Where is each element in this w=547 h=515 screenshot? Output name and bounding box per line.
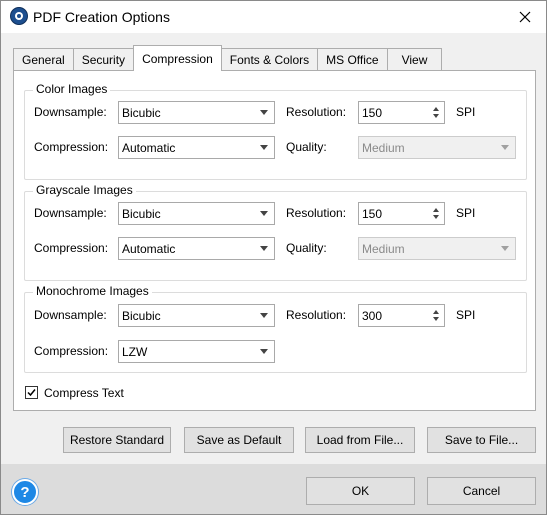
color-images-group: Color Images Downsample: Bicubic Resolut… bbox=[24, 82, 527, 180]
color-resolution-value: 150 bbox=[362, 105, 383, 120]
monochrome-downsample-label: Downsample: bbox=[34, 308, 107, 322]
cancel-button[interactable]: Cancel bbox=[427, 477, 536, 505]
chevron-down-icon bbox=[501, 145, 509, 150]
grayscale-quality-label: Quality: bbox=[286, 241, 327, 255]
spin-down-icon[interactable] bbox=[433, 215, 439, 219]
monochrome-compression-value: LZW bbox=[122, 344, 148, 359]
grayscale-downsample-select[interactable]: Bicubic bbox=[118, 202, 275, 225]
tab-fonts-colors[interactable]: Fonts & Colors bbox=[220, 48, 319, 71]
monochrome-compression-select[interactable]: LZW bbox=[118, 340, 275, 363]
color-resolution-unit: SPI bbox=[456, 105, 476, 119]
chevron-down-icon bbox=[501, 246, 509, 251]
monochrome-downsample-select[interactable]: Bicubic bbox=[118, 304, 275, 327]
grayscale-quality-value: Medium bbox=[362, 241, 405, 256]
grayscale-resolution-value: 150 bbox=[362, 206, 383, 221]
save-as-default-button[interactable]: Save as Default bbox=[184, 427, 294, 453]
chevron-down-icon bbox=[260, 246, 268, 251]
compression-panel: Color Images Downsample: Bicubic Resolut… bbox=[13, 70, 536, 411]
monochrome-compression-label: Compression: bbox=[34, 344, 109, 358]
tab-ms-office[interactable]: MS Office bbox=[317, 48, 388, 71]
compress-text-label[interactable]: Compress Text bbox=[44, 386, 124, 400]
ok-button[interactable]: OK bbox=[306, 477, 415, 505]
tab-compression[interactable]: Compression bbox=[133, 45, 222, 71]
load-from-file-button[interactable]: Load from File... bbox=[305, 427, 415, 453]
monochrome-images-title: Monochrome Images bbox=[33, 284, 152, 298]
grayscale-resolution-label: Resolution: bbox=[286, 206, 347, 220]
grayscale-compression-label: Compression: bbox=[34, 241, 109, 255]
chevron-down-icon bbox=[260, 313, 268, 318]
spin-up-icon[interactable] bbox=[433, 107, 439, 111]
grayscale-images-title: Grayscale Images bbox=[33, 183, 136, 197]
monochrome-downsample-value: Bicubic bbox=[122, 308, 161, 323]
spin-down-icon[interactable] bbox=[433, 114, 439, 118]
monochrome-resolution-unit: SPI bbox=[456, 308, 476, 322]
title-bar: PDF Creation Options bbox=[1, 1, 546, 33]
chevron-down-icon bbox=[260, 211, 268, 216]
spin-up-icon[interactable] bbox=[433, 208, 439, 212]
restore-standard-button[interactable]: Restore Standard bbox=[63, 427, 171, 453]
monochrome-images-group: Monochrome Images Downsample: Bicubic Re… bbox=[24, 284, 527, 373]
color-images-title: Color Images bbox=[33, 82, 111, 96]
grayscale-compression-select[interactable]: Automatic bbox=[118, 237, 275, 260]
color-quality-label: Quality: bbox=[286, 140, 327, 154]
tab-general[interactable]: General bbox=[13, 48, 74, 71]
pdf-app-icon bbox=[10, 7, 28, 25]
help-icon: ? bbox=[20, 483, 30, 501]
color-quality-select: Medium bbox=[358, 136, 516, 159]
grayscale-downsample-label: Downsample: bbox=[34, 206, 107, 220]
save-to-file-button[interactable]: Save to File... bbox=[427, 427, 536, 453]
help-button[interactable]: ? bbox=[12, 479, 38, 505]
checkmark-icon bbox=[27, 389, 36, 397]
close-button[interactable] bbox=[510, 3, 540, 31]
chevron-down-icon bbox=[260, 349, 268, 354]
monochrome-resolution-value: 300 bbox=[362, 308, 383, 323]
grayscale-images-group: Grayscale Images Downsample: Bicubic Res… bbox=[24, 183, 527, 281]
color-downsample-select[interactable]: Bicubic bbox=[118, 101, 275, 124]
spin-down-icon[interactable] bbox=[433, 317, 439, 321]
color-compression-value: Automatic bbox=[122, 140, 176, 155]
close-icon bbox=[519, 11, 531, 23]
tab-security[interactable]: Security bbox=[72, 48, 135, 71]
grayscale-compression-value: Automatic bbox=[122, 241, 176, 256]
chevron-down-icon bbox=[260, 110, 268, 115]
monochrome-resolution-spinner[interactable]: 300 bbox=[358, 304, 445, 327]
color-compression-label: Compression: bbox=[34, 140, 109, 154]
grayscale-resolution-unit: SPI bbox=[456, 206, 476, 220]
color-downsample-label: Downsample: bbox=[34, 105, 107, 119]
color-resolution-spinner[interactable]: 150 bbox=[358, 101, 445, 124]
pdf-creation-options-dialog: PDF Creation Options General Security Co… bbox=[0, 0, 547, 515]
window-title: PDF Creation Options bbox=[33, 9, 170, 25]
tab-strip: General Security Compression Fonts & Col… bbox=[13, 45, 443, 71]
color-resolution-label: Resolution: bbox=[286, 105, 347, 119]
spin-up-icon[interactable] bbox=[433, 310, 439, 314]
color-compression-select[interactable]: Automatic bbox=[118, 136, 275, 159]
grayscale-resolution-spinner[interactable]: 150 bbox=[358, 202, 445, 225]
grayscale-downsample-value: Bicubic bbox=[122, 206, 161, 221]
color-quality-value: Medium bbox=[362, 140, 405, 155]
tab-view[interactable]: View bbox=[386, 48, 443, 71]
dialog-footer: ? OK Cancel bbox=[1, 464, 546, 514]
compress-text-checkbox[interactable] bbox=[25, 386, 38, 399]
color-downsample-value: Bicubic bbox=[122, 105, 161, 120]
chevron-down-icon bbox=[260, 145, 268, 150]
grayscale-quality-select: Medium bbox=[358, 237, 516, 260]
monochrome-resolution-label: Resolution: bbox=[286, 308, 347, 322]
